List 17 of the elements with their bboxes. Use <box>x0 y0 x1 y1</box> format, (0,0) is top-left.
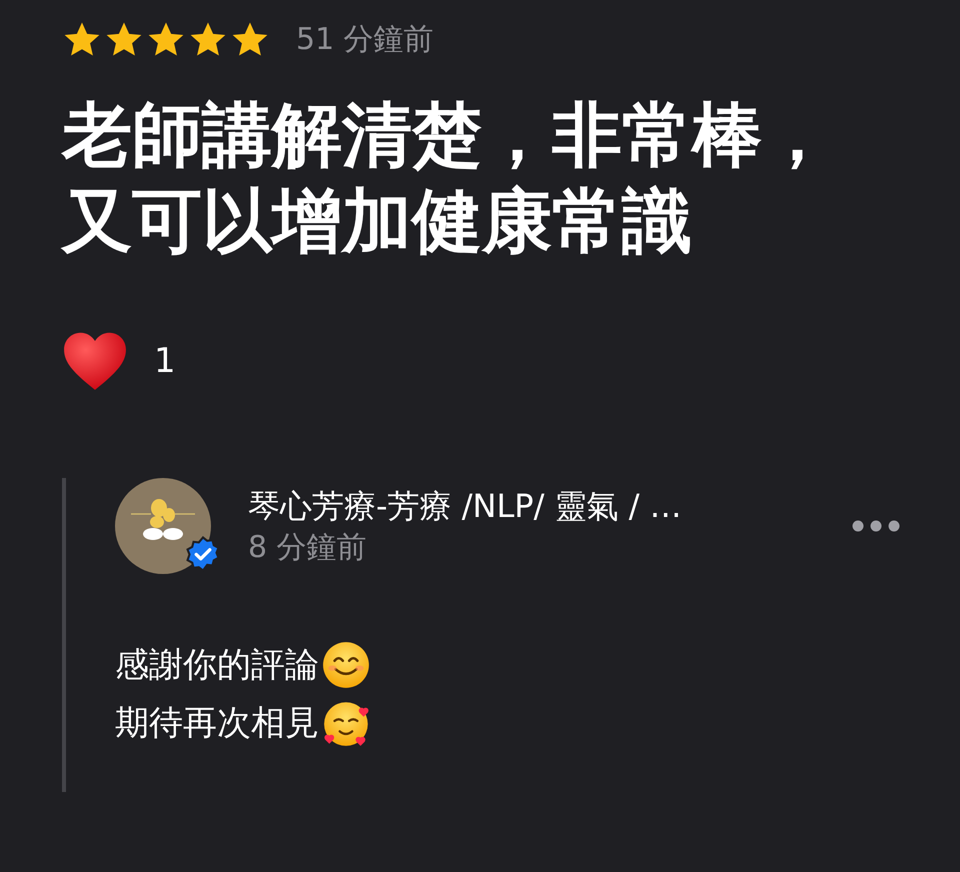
author-name[interactable]: 琴心芳療-芳療 /NLP/ 靈氣 / … <box>248 484 852 528</box>
reply-time: 8 分鐘前 <box>248 529 368 567</box>
reaction-count: 1 <box>154 341 176 381</box>
review-time: 51 分鐘前 <box>296 20 434 58</box>
more-options-icon[interactable] <box>852 520 900 532</box>
star-icon <box>62 20 102 58</box>
review-text: 又可以增加健康常識 <box>62 179 692 264</box>
reply-text: 期待再次相見 <box>115 702 319 745</box>
star-icon <box>188 20 228 58</box>
star-icon <box>146 20 186 58</box>
reply-text: 感謝你的評論 <box>115 644 319 687</box>
star-icon <box>230 20 270 58</box>
star-icon <box>104 20 144 58</box>
review-text: 老師講解清楚，非常棒， <box>62 93 832 178</box>
smiling-face-icon <box>321 640 371 690</box>
heart-icon <box>62 330 128 392</box>
avatar-icon <box>115 478 211 574</box>
